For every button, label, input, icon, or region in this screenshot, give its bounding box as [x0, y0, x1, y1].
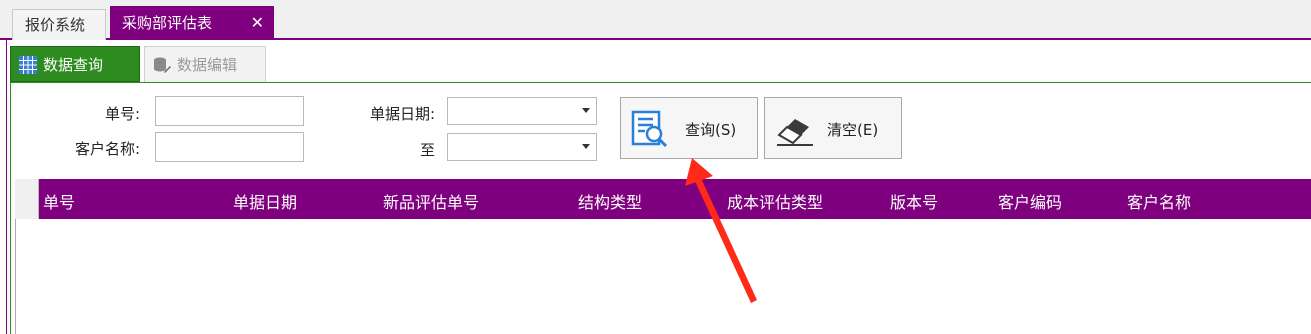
database-edit-icon	[154, 57, 171, 73]
clear-button[interactable]: 清空(E)	[764, 97, 902, 159]
tab-label: 报价系统	[25, 16, 86, 34]
order-no-input[interactable]	[155, 96, 304, 126]
row-selector-header[interactable]	[15, 179, 39, 219]
tab-label: 采购部评估表	[122, 14, 213, 32]
column-header[interactable]: 客户编码	[998, 189, 1062, 213]
customer-name-input[interactable]	[155, 132, 304, 162]
to-label: 至	[419, 141, 435, 159]
column-header[interactable]: 结构类型	[578, 189, 642, 213]
chevron-down-icon[interactable]	[582, 144, 590, 149]
sub-tab-label: 数据编辑	[177, 56, 238, 74]
order-no-label: 单号:	[104, 105, 140, 123]
doc-date-from-picker[interactable]	[447, 97, 597, 125]
tab-data-query[interactable]: 数据查询	[10, 46, 140, 82]
column-header[interactable]: 成本评估类型	[727, 189, 823, 213]
grid-header: 单号 单据日期 新品评估单号 结构类型 成本评估类型 版本号 客户编码 客户名称	[15, 179, 1311, 219]
chevron-down-icon[interactable]	[582, 108, 590, 113]
search-document-icon	[631, 110, 668, 148]
clear-button-label: 清空(E)	[827, 121, 879, 139]
query-button[interactable]: 查询(S)	[620, 97, 758, 159]
column-header[interactable]: 单据日期	[233, 189, 297, 213]
column-header[interactable]: 单号	[43, 189, 75, 213]
eraser-icon	[777, 119, 813, 146]
top-tab-strip: 报价系统 采购部评估表 ✕	[0, 0, 1311, 40]
doc-date-label: 单据日期:	[369, 105, 435, 123]
tab-purchase-evaluation[interactable]: 采购部评估表 ✕	[110, 6, 274, 40]
column-header[interactable]: 版本号	[890, 189, 938, 213]
customer-name-label: 客户名称:	[74, 140, 140, 158]
doc-date-to-picker[interactable]	[447, 133, 597, 161]
tab-data-edit[interactable]: 数据编辑	[144, 46, 266, 82]
close-icon[interactable]: ✕	[251, 6, 264, 40]
grid-icon	[19, 56, 37, 74]
sub-tab-label: 数据查询	[43, 56, 104, 74]
column-header[interactable]: 客户名称	[1127, 189, 1191, 213]
tab-quotation-system[interactable]: 报价系统	[12, 9, 106, 40]
query-button-label: 查询(S)	[685, 121, 737, 139]
column-header[interactable]: 新品评估单号	[383, 189, 479, 213]
